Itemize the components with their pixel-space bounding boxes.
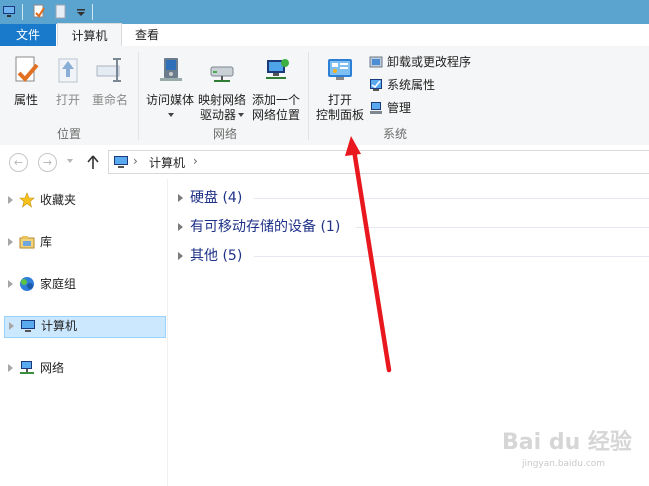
navigation-bar: ← → › 计算机 ›	[0, 145, 649, 179]
network-icon	[20, 361, 34, 374]
nav-item-label: 计算机	[41, 319, 78, 333]
homegroup-icon	[20, 277, 34, 291]
manage-button[interactable]: 管理	[369, 99, 411, 117]
group-heading: 有可移动存储的设备 (1)	[190, 219, 341, 235]
uninstall-program-icon	[369, 56, 383, 68]
system-properties-button[interactable]: 系统属性	[369, 76, 435, 94]
nav-item-computer[interactable]: 计算机	[4, 316, 166, 338]
manage-icon	[370, 102, 382, 114]
open-control-panel-label-line1: 打开	[327, 93, 352, 107]
uninstall-program-button[interactable]: 卸载或更改程序	[369, 53, 471, 71]
add-network-location-button[interactable]: 添加一个 网络位置	[250, 54, 302, 123]
map-network-drive-button[interactable]: 映射网络 驱动器	[196, 54, 248, 123]
back-button[interactable]: ←	[9, 153, 28, 172]
properties-icon	[15, 56, 39, 82]
computer-icon	[21, 320, 35, 332]
recent-locations-dropdown-icon[interactable]	[67, 159, 73, 163]
rename-button[interactable]: 重命名	[90, 54, 130, 108]
computer-icon	[114, 156, 128, 168]
group-divider	[254, 198, 649, 199]
map-network-drive-label-line2: 驱动器	[196, 108, 248, 123]
group-divider	[356, 227, 649, 228]
ribbon-tab-bar: 文件 计算机 查看	[0, 23, 649, 47]
expand-chevron-icon[interactable]	[8, 364, 13, 372]
nav-item-libraries[interactable]: 库	[4, 232, 164, 252]
navigation-pane: 收藏夹 库 家庭组 计算机 网络	[0, 179, 168, 486]
group-divider	[254, 256, 649, 257]
address-bar[interactable]: › 计算机 ›	[108, 150, 649, 174]
access-media-dropdown-icon	[168, 113, 174, 117]
up-arrow-icon[interactable]	[86, 154, 100, 170]
nav-item-network[interactable]: 网络	[4, 358, 164, 378]
map-network-drive-label-line1: 映射网络	[197, 93, 246, 107]
map-network-drive-icon	[210, 66, 234, 82]
nav-item-label: 家庭组	[40, 277, 77, 291]
library-icon	[19, 236, 35, 249]
rename-icon	[96, 58, 121, 82]
properties-button[interactable]: 属性	[8, 54, 44, 108]
open-button[interactable]: 打开	[50, 54, 86, 108]
title-bar	[0, 0, 649, 24]
expand-chevron-icon[interactable]	[8, 238, 13, 246]
rename-label: 重命名	[91, 93, 128, 107]
add-network-location-label-line2: 网络位置	[251, 108, 300, 122]
system-group-label: 系统	[382, 127, 407, 141]
new-folder-qa-icon[interactable]	[54, 4, 68, 19]
expand-chevron-icon[interactable]	[178, 223, 183, 231]
computer-app-icon[interactable]	[2, 4, 16, 19]
nav-item-favorites[interactable]: 收藏夹	[4, 190, 164, 210]
system-properties-icon	[370, 79, 382, 91]
group-heading: 其他 (5)	[190, 248, 243, 264]
nav-item-label: 收藏夹	[40, 193, 77, 207]
star-icon	[19, 192, 35, 208]
open-label: 打开	[55, 93, 80, 107]
address-path-segment[interactable]: 计算机	[149, 154, 185, 171]
uninstall-program-label: 卸载或更改程序	[387, 55, 472, 69]
address-root-chevron-icon[interactable]: ›	[133, 154, 138, 168]
forward-arrow-icon: →	[42, 156, 53, 169]
network-group-label: 网络	[212, 127, 237, 141]
system-properties-label: 系统属性	[387, 78, 436, 92]
add-network-location-icon	[266, 59, 289, 79]
location-group-label: 位置	[56, 127, 81, 141]
address-segment-chevron-icon[interactable]: ›	[193, 154, 198, 168]
group-hard-drives[interactable]: 硬盘 (4)	[176, 188, 649, 208]
back-arrow-icon: ←	[13, 156, 24, 169]
nav-item-label: 库	[40, 235, 53, 249]
group-removable-storage[interactable]: 有可移动存储的设备 (1)	[176, 217, 649, 237]
forward-button[interactable]: →	[38, 153, 57, 172]
expand-chevron-icon[interactable]	[9, 322, 14, 330]
ribbon: 属性 打开 重命名 位置 访问媒体 映射网络 驱动器 添加一个 网络位置 网络 …	[0, 46, 649, 146]
add-network-location-label-line1: 添加一个	[251, 93, 300, 107]
control-panel-icon	[328, 59, 352, 80]
access-media-label: 访问媒体	[145, 93, 194, 107]
customize-qa-dropdown-icon[interactable]	[74, 4, 88, 19]
properties-qa-icon[interactable]	[32, 4, 46, 19]
tab-computer[interactable]: 计算机	[57, 23, 122, 47]
access-media-icon	[160, 58, 182, 81]
map-network-drive-dropdown-icon	[238, 113, 244, 117]
baidu-watermark: Bai du 经验 jingyan.baidu.com	[502, 425, 642, 470]
svg-text:Bai du 经验: Bai du 经验	[502, 429, 632, 455]
open-control-panel-label-line2: 控制面板	[315, 108, 364, 122]
group-heading: 硬盘 (4)	[190, 190, 243, 206]
group-other[interactable]: 其他 (5)	[176, 246, 649, 266]
manage-label: 管理	[387, 101, 412, 115]
expand-chevron-icon[interactable]	[8, 280, 13, 288]
expand-chevron-icon[interactable]	[178, 194, 183, 202]
nav-item-homegroup[interactable]: 家庭组	[4, 274, 164, 294]
access-media-button[interactable]: 访问媒体	[144, 54, 196, 123]
properties-label: 属性	[13, 93, 38, 107]
nav-item-label: 网络	[40, 361, 65, 375]
open-control-panel-button[interactable]: 打开 控制面板	[314, 54, 366, 123]
expand-chevron-icon[interactable]	[178, 252, 183, 260]
tab-view[interactable]: 查看	[126, 24, 168, 46]
baidu-paw-logo-icon: Bai du 经验	[502, 429, 632, 455]
open-icon	[58, 58, 78, 83]
expand-chevron-icon[interactable]	[8, 196, 13, 204]
watermark-url: jingyan.baidu.com	[522, 459, 606, 469]
tab-file[interactable]: 文件	[0, 24, 56, 46]
